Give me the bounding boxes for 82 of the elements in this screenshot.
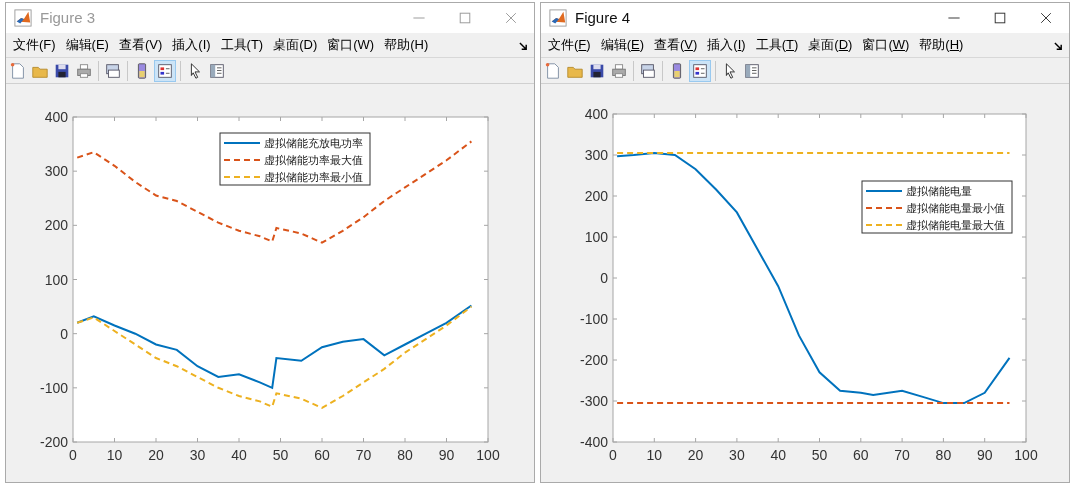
y-tick-label: -100 xyxy=(39,379,68,396)
legend-icon[interactable] xyxy=(156,61,174,80)
app-logo-icon xyxy=(14,9,32,27)
x-tick-label: 60 xyxy=(853,447,869,463)
maximize-icon[interactable] xyxy=(992,10,1008,26)
x-tick-label: 40 xyxy=(231,447,247,463)
x-tick-label: 30 xyxy=(189,447,206,463)
y-tick-label: -100 xyxy=(579,311,608,327)
x-tick-label: 60 xyxy=(314,447,330,463)
menu-item[interactable]: 插入(I) xyxy=(702,35,751,55)
legend-label: 虚拟储能充放电功率 xyxy=(264,137,363,150)
y-tick-label: 0 xyxy=(600,270,608,286)
close-icon[interactable] xyxy=(1038,10,1054,26)
property-inspector-icon[interactable] xyxy=(743,61,761,80)
menu-item[interactable]: 编辑(E) xyxy=(595,35,649,55)
x-tick-label: 90 xyxy=(976,447,993,463)
legend-line-sample xyxy=(223,142,261,144)
legend-line-sample xyxy=(865,190,903,192)
x-tick-label: 80 xyxy=(397,447,413,463)
x-tick-label: 0 xyxy=(69,447,77,463)
x-tick-label: 80 xyxy=(935,447,952,463)
x-tick-label: 10 xyxy=(106,447,123,463)
x-tick-label: 100 xyxy=(1014,447,1038,463)
menu-item[interactable]: 查看(V) xyxy=(649,35,703,55)
property-inspector-icon[interactable] xyxy=(208,61,226,80)
x-tick-label: 100 xyxy=(476,447,500,463)
y-tick-label: 300 xyxy=(584,147,608,163)
x-tick-label: 20 xyxy=(148,447,164,463)
menu-item[interactable]: 查看(V) xyxy=(113,35,168,55)
x-tick-label: 50 xyxy=(811,447,828,463)
x-tick-label: 30 xyxy=(729,447,745,463)
legend-line-sample xyxy=(865,224,903,226)
new-file-icon[interactable] xyxy=(544,61,562,80)
y-tick-label: -400 xyxy=(579,434,608,450)
legend-line-sample xyxy=(865,207,903,209)
y-tick-label: 200 xyxy=(44,217,68,234)
y-tick-label: 300 xyxy=(44,163,68,180)
legend-label: 虚拟储能电量最大值 xyxy=(906,219,1005,232)
x-tick-label: 90 xyxy=(438,447,455,463)
menu-item[interactable]: 工具(T) xyxy=(750,35,804,55)
x-tick-label: 50 xyxy=(272,447,289,463)
x-tick-label: 40 xyxy=(770,447,786,463)
legend-label: 虚拟储能功率最大值 xyxy=(264,154,363,167)
linked-windows-icon[interactable] xyxy=(639,61,657,80)
menu-item[interactable]: 帮助(H) xyxy=(379,35,434,55)
x-tick-label: 70 xyxy=(355,447,372,463)
new-file-icon[interactable] xyxy=(9,61,27,80)
dock-arrow-icon[interactable] xyxy=(519,42,528,51)
window-title: Figure 4 xyxy=(575,7,631,28)
menu-item[interactable]: 桌面(D) xyxy=(268,35,323,55)
dock-arrow-icon[interactable] xyxy=(1054,42,1063,51)
legend-icon[interactable] xyxy=(691,61,709,80)
menu-item[interactable]: 窗口(W) xyxy=(322,35,380,55)
y-tick-label: 200 xyxy=(584,188,608,204)
y-tick-label: -200 xyxy=(39,434,68,450)
x-tick-label: 0 xyxy=(609,447,617,463)
app-logo-icon xyxy=(549,9,567,27)
window-title: Figure 3 xyxy=(40,7,96,28)
legend-label: 虚拟储能功率最小值 xyxy=(264,171,363,184)
y-tick-label: 100 xyxy=(584,229,608,245)
y-tick-label: 0 xyxy=(60,325,68,342)
x-tick-label: 70 xyxy=(894,447,910,463)
y-tick-label: 400 xyxy=(44,109,68,125)
x-tick-label: 20 xyxy=(687,447,704,463)
menu-item[interactable]: 工具(T) xyxy=(215,35,269,55)
legend-label: 虚拟储能电量 xyxy=(906,185,972,198)
menu-item[interactable]: 文件(F) xyxy=(8,35,61,55)
y-tick-label: -300 xyxy=(579,393,608,409)
menu-item[interactable]: 桌面(D) xyxy=(803,35,858,55)
menu-item[interactable]: 帮助(H) xyxy=(914,35,969,55)
menu-item[interactable]: 文件(F) xyxy=(543,35,596,55)
menu-item[interactable]: 编辑(E) xyxy=(60,35,114,55)
legend-label: 虚拟储能电量最小值 xyxy=(906,202,1005,215)
menu-item[interactable]: 插入(I) xyxy=(167,35,216,55)
y-tick-label: 100 xyxy=(44,271,68,288)
linked-windows-icon[interactable] xyxy=(104,61,122,80)
legend-line-sample xyxy=(223,159,261,161)
y-tick-label: -200 xyxy=(579,352,608,368)
x-tick-label: 10 xyxy=(646,447,663,463)
legend-line-sample xyxy=(223,176,261,178)
y-tick-label: 400 xyxy=(584,106,608,122)
menu-item[interactable]: 窗口(W) xyxy=(857,35,915,55)
